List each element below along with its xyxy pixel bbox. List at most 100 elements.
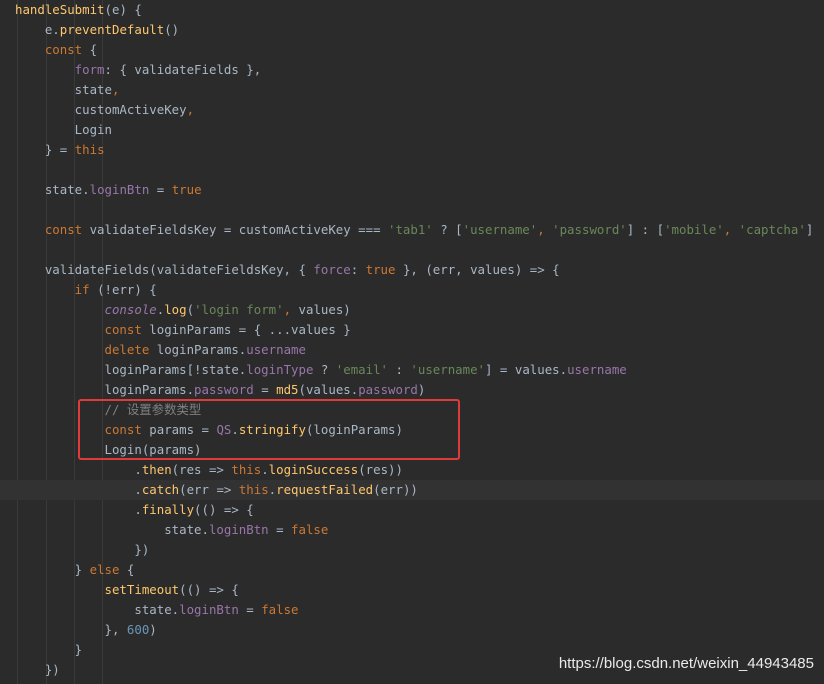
code-line[interactable]: }, 600) bbox=[0, 620, 824, 640]
code-line[interactable]: e.preventDefault() bbox=[0, 20, 824, 40]
code-token: validateFieldsKey = customActiveKey === bbox=[82, 222, 388, 237]
code-token: true bbox=[171, 182, 202, 197]
code-token: const bbox=[15, 222, 83, 237]
code-line[interactable] bbox=[0, 240, 824, 260]
code-token: ] = values. bbox=[485, 362, 568, 377]
code-line[interactable]: state.loginBtn = false bbox=[0, 600, 824, 620]
code-token: , bbox=[111, 82, 120, 97]
code-token: loginParams. bbox=[149, 342, 247, 357]
code-token: const bbox=[15, 322, 142, 337]
code-token: = bbox=[149, 182, 172, 197]
code-line[interactable]: .then(res => this.loginSuccess(res)) bbox=[0, 460, 824, 480]
code-line[interactable]: }) bbox=[0, 540, 824, 560]
code-token: password bbox=[358, 382, 418, 397]
code-token: loginBtn bbox=[89, 182, 150, 197]
code-line[interactable]: if (!err) { bbox=[0, 280, 824, 300]
code-line[interactable]: state, bbox=[0, 80, 824, 100]
code-token: 'username' bbox=[462, 222, 538, 237]
code-token: e. bbox=[15, 22, 60, 37]
code-line[interactable]: delete loginParams.username bbox=[0, 340, 824, 360]
code-token: delete bbox=[15, 342, 150, 357]
code-token: : { validateFields }, bbox=[104, 62, 262, 77]
code-token: requestFailed bbox=[276, 482, 374, 497]
code-token: else bbox=[89, 562, 120, 577]
code-token: catch bbox=[141, 482, 180, 497]
code-token: state. bbox=[15, 602, 180, 617]
code-token: preventDefault bbox=[59, 22, 165, 37]
code-token: const bbox=[15, 42, 83, 57]
code-line[interactable] bbox=[0, 160, 824, 180]
code-token: Login bbox=[15, 122, 112, 137]
code-token: password bbox=[194, 382, 254, 397]
code-line[interactable]: } else { bbox=[0, 560, 824, 580]
code-token: loginParams = { ...values } bbox=[141, 322, 351, 337]
code-token: }, (err, values) => { bbox=[395, 262, 560, 277]
code-token: if bbox=[15, 282, 90, 297]
code-line[interactable]: loginParams[!state.loginType ? 'email' :… bbox=[0, 360, 824, 380]
code-token: () bbox=[164, 22, 180, 37]
code-token: , bbox=[186, 102, 195, 117]
code-token: finally bbox=[141, 502, 195, 517]
code-token: ] bbox=[805, 222, 814, 237]
code-line[interactable]: const { bbox=[0, 40, 824, 60]
code-token: (err)) bbox=[373, 482, 418, 497]
code-token: (values. bbox=[298, 382, 359, 397]
code-token: false bbox=[291, 522, 329, 537]
code-token: state bbox=[15, 82, 112, 97]
code-token: state. bbox=[15, 182, 90, 197]
code-token: }) bbox=[15, 542, 150, 557]
code-token: force bbox=[313, 262, 351, 277]
code-line[interactable]: loginParams.password = md5(values.passwo… bbox=[0, 380, 824, 400]
code-token: loginSuccess bbox=[268, 462, 359, 477]
code-token: . bbox=[15, 502, 142, 517]
code-token: ) bbox=[417, 382, 426, 397]
red-annotation-box bbox=[78, 399, 460, 460]
code-token: state. bbox=[15, 522, 209, 537]
code-line[interactable]: customActiveKey, bbox=[0, 100, 824, 120]
code-token: . bbox=[15, 462, 142, 477]
code-line[interactable]: .catch(err => this.requestFailed(err)) bbox=[0, 480, 824, 500]
code-token: 'mobile' bbox=[664, 222, 724, 237]
code-line[interactable]: } = this bbox=[0, 140, 824, 160]
code-token: (!err) { bbox=[89, 282, 157, 297]
code-line[interactable] bbox=[0, 200, 824, 220]
code-token: 'login form' bbox=[194, 302, 284, 317]
code-line[interactable]: validateFields(validateFieldsKey, { forc… bbox=[0, 260, 824, 280]
code-token: (res)) bbox=[358, 462, 403, 477]
code-token: this bbox=[231, 462, 262, 477]
code-token: this bbox=[238, 482, 269, 497]
code-line[interactable]: const validateFieldsKey = customActiveKe… bbox=[0, 220, 824, 240]
code-token: ? [ bbox=[432, 222, 463, 237]
code-token: (e) { bbox=[104, 2, 142, 17]
code-token: { bbox=[119, 562, 135, 577]
code-token: 'tab1' bbox=[388, 222, 433, 237]
code-token: }) bbox=[15, 662, 60, 677]
code-token: , bbox=[537, 222, 553, 237]
code-token: . bbox=[15, 482, 142, 497]
code-line[interactable]: .finally(() => { bbox=[0, 500, 824, 520]
code-line[interactable]: console.log('login form', values) bbox=[0, 300, 824, 320]
code-line[interactable]: Login bbox=[0, 120, 824, 140]
code-line[interactable]: setTimeout(() => { bbox=[0, 580, 824, 600]
code-line[interactable]: handleSubmit(e) { bbox=[0, 0, 824, 20]
code-token: } = bbox=[15, 142, 75, 157]
code-token: 'username' bbox=[410, 362, 486, 377]
code-token: username bbox=[567, 362, 627, 377]
code-token: . bbox=[261, 462, 269, 477]
code-line[interactable]: state.loginBtn = false bbox=[0, 520, 824, 540]
code-token: ( bbox=[186, 302, 195, 317]
code-token: md5 bbox=[276, 382, 299, 397]
code-token: ? bbox=[313, 362, 336, 377]
code-token: username bbox=[246, 342, 306, 357]
code-token: , bbox=[283, 302, 299, 317]
code-token: loginBtn bbox=[179, 602, 239, 617]
watermark-text: https://blog.csdn.net/weixin_44943485 bbox=[558, 655, 814, 672]
code-token: 'password' bbox=[552, 222, 627, 237]
code-line[interactable]: form: { validateFields }, bbox=[0, 60, 824, 80]
code-line[interactable]: state.loginBtn = true bbox=[0, 180, 824, 200]
code-token: : bbox=[388, 362, 411, 377]
code-line[interactable]: const loginParams = { ...values } bbox=[0, 320, 824, 340]
code-token: } bbox=[15, 642, 83, 657]
code-token: customActiveKey bbox=[15, 102, 187, 117]
code-editor[interactable]: handleSubmit(e) { e.preventDefault() con… bbox=[0, 0, 824, 684]
